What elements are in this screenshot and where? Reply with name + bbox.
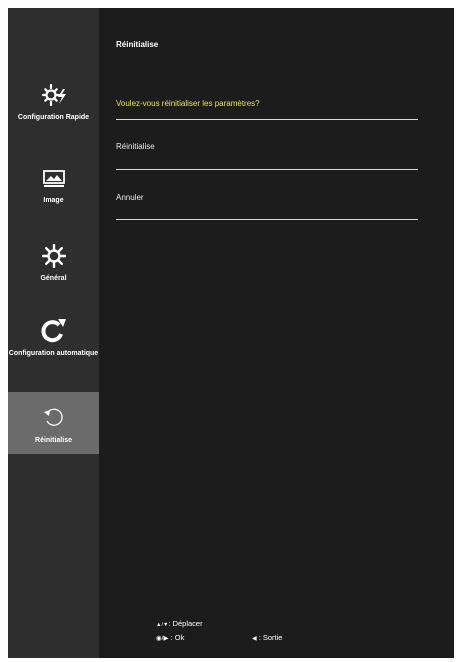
sidebar-item-label: Réinitialise [35,437,72,444]
sidebar-item-image[interactable]: Image [8,168,99,205]
sidebar: Configuration Rapide Image Général Confi… [8,8,99,658]
gear-icon [41,244,66,268]
osd-menu: Configuration Rapide Image Général Confi… [8,8,454,658]
option-label: Réinitialise [116,142,155,151]
option-label: Annuler [116,193,144,202]
monitor-image-icon [42,170,65,187]
sidebar-item-label: Configuration Rapide [17,114,90,121]
reset-arrow-icon [43,408,63,426]
main-panel: Réinitialise Voulez-vous réinitialiser l… [99,8,454,658]
sidebar-item-configuration-rapide[interactable]: Configuration Rapide [8,83,99,122]
hint-exit-label: : Sortie [256,633,283,642]
auto-config-icon [40,319,66,343]
gear-lightning-icon [41,83,66,107]
sidebar-item-label: Image [43,197,64,204]
hint-move-label: : Déplacer [168,619,203,628]
ok-keys-icon: ◉/▶ [156,635,169,642]
move-keys-icon: ▲/▼ [156,622,169,628]
option-reinitialise[interactable]: Réinitialise [116,140,418,170]
hint-exit: ◀ : Sortie [252,633,282,642]
sidebar-item-label: Général [40,275,67,282]
sidebar-item-configuration-automatique[interactable]: Configuration automatique [8,318,99,358]
sidebar-item-general[interactable]: Général [8,244,99,283]
sidebar-item-reinitialise[interactable]: Réinitialise [8,392,99,454]
option-annuler[interactable]: Annuler [116,190,418,220]
hint-ok-label: : Ok [168,633,185,642]
hint-move: ▲/▼: Déplacer [156,619,203,628]
sidebar-item-label: Configuration automatique [8,350,99,357]
hint-ok: ◉/▶ : Ok [156,633,184,642]
reset-question: Voulez-vous réinitialiser les paramètres… [116,94,418,120]
page-title: Réinitialise [116,40,159,49]
